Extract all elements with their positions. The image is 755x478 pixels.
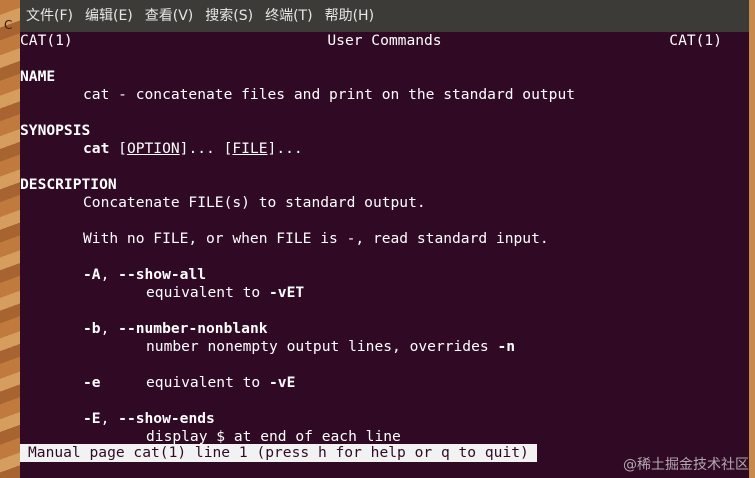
- option-flag: -A: [83, 266, 101, 283]
- terminal-view[interactable]: CAT(1) User Commands CAT(1) NAME cat - c…: [20, 32, 749, 478]
- synopsis-command: cat: [83, 140, 110, 157]
- section-heading-name: NAME: [20, 68, 56, 85]
- option-desc-text: equivalent to: [146, 374, 270, 391]
- option-number-nonblank-desc: number nonempty output lines, overrides …: [146, 338, 515, 356]
- option-desc-text: equivalent to: [146, 284, 270, 301]
- option-desc-flag: -vET: [269, 284, 305, 301]
- menu-bar: 文件(F) 编辑(E) 查看(V) 搜索(S) 终端(T) 帮助(H): [20, 0, 749, 32]
- description-line-2: With no FILE, or when FILE is -, read st…: [83, 230, 549, 247]
- option-show-all: -A, --show-all: [83, 266, 206, 284]
- man-header-center: User Commands: [327, 32, 442, 49]
- option-separator: ,: [100, 410, 119, 427]
- pager-status-bar: Manual page cat(1) line 1 (press h for h…: [20, 444, 537, 462]
- section-heading-synopsis: SYNOPSIS: [20, 122, 91, 139]
- option-flag: -E: [83, 410, 101, 427]
- option-show-ends: -E, --show-ends: [83, 410, 215, 428]
- synopsis-line: cat [OPTION]... [FILE]...: [83, 140, 303, 158]
- option-flag: -b: [83, 320, 101, 337]
- menu-terminal[interactable]: 终端(T): [259, 0, 318, 32]
- option-show-all-desc: equivalent to -vET: [146, 284, 304, 302]
- desktop-wallpaper-left: [0, 0, 20, 478]
- man-header-right: CAT(1): [669, 32, 722, 49]
- synopsis-bracket-close: ]...: [267, 140, 303, 157]
- synopsis-bracket-mid: ]... [: [179, 140, 233, 157]
- option-long-flag: --show-all: [118, 266, 207, 283]
- watermark: @稀土掘金技术社区: [623, 457, 749, 473]
- section-heading-description: DESCRIPTION: [20, 176, 117, 193]
- description-line-1: Concatenate FILE(s) to standard output.: [83, 194, 426, 211]
- menu-edit[interactable]: 编辑(E): [79, 0, 139, 32]
- synopsis-file: FILE: [232, 140, 268, 157]
- option-separator: ,: [100, 266, 119, 283]
- option-long-flag: --number-nonblank: [118, 320, 268, 337]
- menu-help[interactable]: 帮助(H): [319, 0, 380, 32]
- name-description: cat - concatenate files and print on the…: [83, 86, 576, 103]
- option-flag: -e: [83, 374, 101, 391]
- desktop-wallpaper-right: [749, 0, 755, 478]
- synopsis-bracket-open: [: [109, 140, 127, 157]
- menu-file[interactable]: 文件(F): [20, 0, 79, 32]
- desktop-label-fragment: C: [4, 18, 13, 32]
- menu-view[interactable]: 查看(V): [139, 0, 200, 32]
- option-long-flag: --show-ends: [118, 410, 215, 427]
- option-number-nonblank: -b, --number-nonblank: [83, 320, 268, 338]
- option-desc-text: number nonempty output lines, overrides: [146, 338, 498, 355]
- option-e: -e: [83, 374, 101, 392]
- option-separator: ,: [100, 320, 119, 337]
- menu-search[interactable]: 搜索(S): [199, 0, 259, 32]
- synopsis-option: OPTION: [126, 140, 180, 157]
- option-desc-flag: -vE: [269, 374, 296, 391]
- option-desc-flag: -n: [497, 338, 516, 355]
- option-e-desc: equivalent to -vE: [146, 374, 295, 392]
